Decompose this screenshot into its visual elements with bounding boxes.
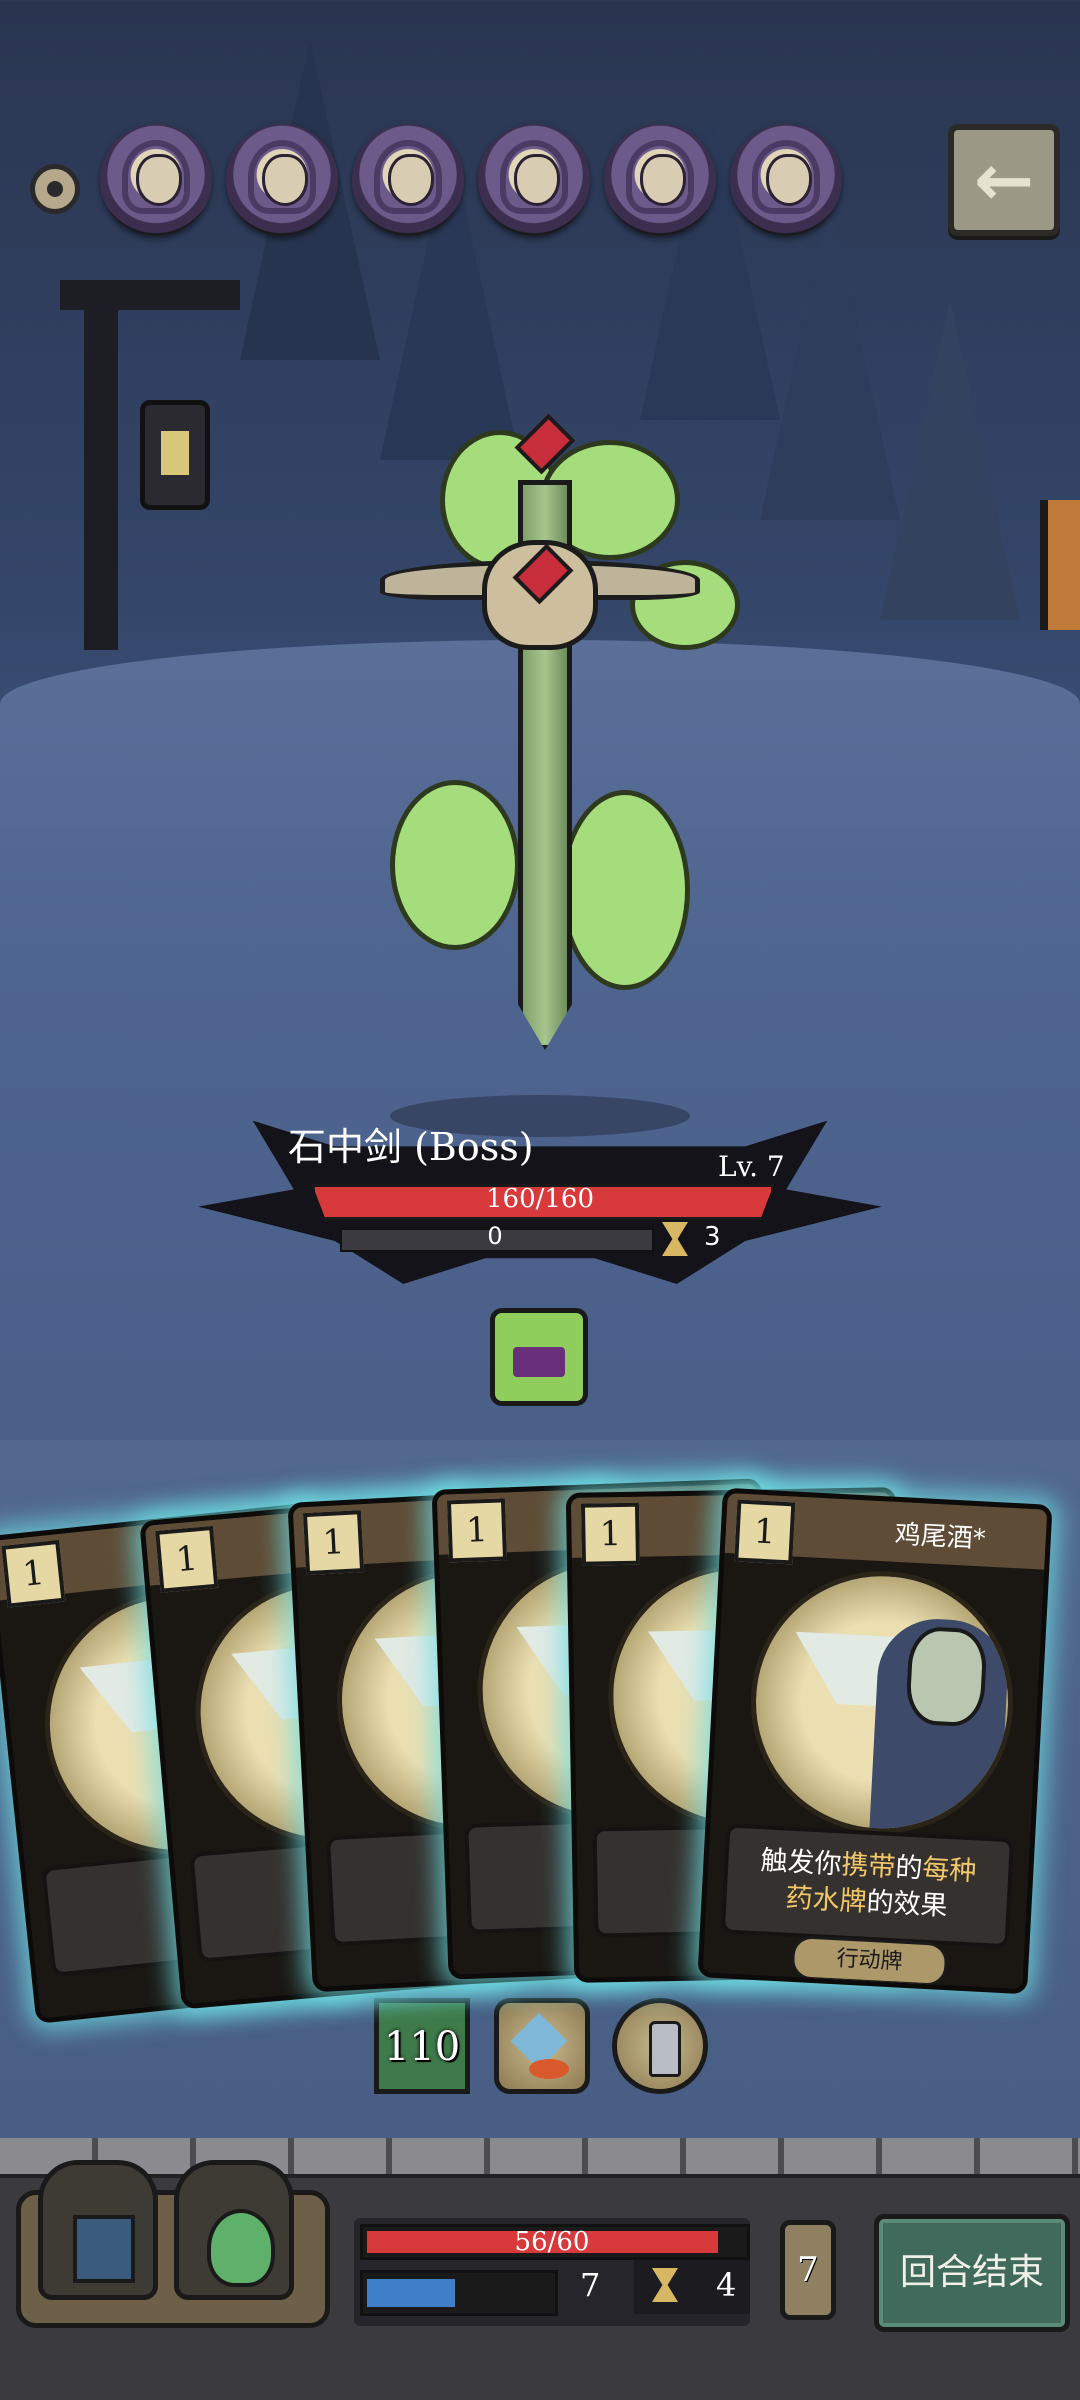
card-cost: 1: [734, 1499, 796, 1565]
boss-timer: 3: [704, 1222, 721, 1252]
lantern-icon: [140, 400, 210, 510]
relic-value: 110: [383, 2024, 461, 2070]
character-face: [904, 1625, 988, 1728]
card-type: 行动牌: [790, 1934, 949, 1988]
boss-name: 石中剑 (Boss): [288, 1125, 534, 1169]
boss-shield-value: 0: [487, 1222, 503, 1250]
player-xp-fill: [367, 2279, 455, 2307]
card-description: 触发你携带的每种 药水牌的效果: [720, 1823, 1015, 1949]
card-name: 鸡尾酒*: [894, 1519, 987, 1555]
boss-hp-text: 160/160: [485, 1184, 594, 1214]
party-portrait[interactable]: [352, 124, 464, 236]
player-hp-text: 56/60: [514, 2227, 590, 2257]
stone-ledge: [0, 2138, 1080, 2178]
lamp-post-arm: [60, 280, 240, 310]
player-xp-bar: [360, 2270, 558, 2316]
relic-crystal[interactable]: [494, 1998, 590, 2094]
cocktail-shaker-icon: [649, 2021, 681, 2077]
boss-intent-icon[interactable]: [490, 1308, 588, 1406]
back-arrow-button[interactable]: ←: [948, 124, 1060, 236]
party-portrait[interactable]: [100, 124, 212, 236]
potion-pile-button[interactable]: [174, 2160, 294, 2300]
relic-lightning[interactable]: 110: [374, 1998, 470, 2094]
cabin-window: [1040, 500, 1080, 630]
draw-pile-button[interactable]: [38, 2160, 158, 2300]
player-energy: 7: [580, 2266, 601, 2304]
card-cost: 1: [302, 1510, 365, 1576]
boss-level: Lv. 7: [718, 1150, 785, 1183]
hand-card[interactable]: 1 鸡尾酒* 触发你携带的每种 药水牌的效果 行动牌: [697, 1487, 1053, 1995]
green-flame: [560, 790, 690, 990]
party-portrait[interactable]: [730, 124, 842, 236]
card-cost: 1: [446, 1498, 508, 1563]
party-portrait[interactable]: [604, 124, 716, 236]
party-portrait[interactable]: [226, 124, 338, 236]
card-cost: 1: [1, 1539, 66, 1608]
pine-tree: [880, 300, 1020, 620]
potion-icon: [207, 2209, 275, 2287]
turn-count: 4: [716, 2266, 737, 2304]
end-turn-button[interactable]: 回合结束: [874, 2214, 1070, 2332]
fire-icon: [529, 2059, 569, 2079]
relic-shaker[interactable]: [612, 1998, 708, 2094]
lamp-post: [84, 290, 118, 650]
settings-dot-icon[interactable]: [30, 164, 80, 214]
card-deck-icon: [73, 2215, 135, 2283]
card-cost: 1: [580, 1502, 641, 1566]
card-cost: 1: [155, 1525, 219, 1593]
deck-count[interactable]: 7: [780, 2220, 836, 2320]
pine-tree: [760, 200, 900, 520]
back-arrow-icon: ←: [973, 138, 1035, 222]
party-portrait[interactable]: [478, 124, 590, 236]
card-art: [744, 1564, 1020, 1840]
green-flame: [390, 780, 520, 950]
